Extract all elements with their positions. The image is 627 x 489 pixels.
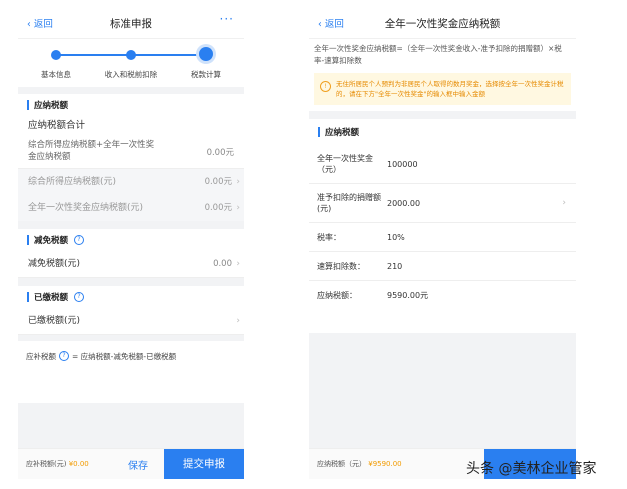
step-label-income: 收入和税前扣除 bbox=[104, 70, 158, 79]
row-label: 速算扣除数： bbox=[317, 261, 365, 271]
step-dot-income[interactable] bbox=[126, 50, 136, 60]
step-dot-basic-info[interactable] bbox=[51, 50, 61, 60]
tax-payable-label: 应纳税额（元） ¥9590.00 bbox=[317, 460, 402, 468]
row-value: 10% bbox=[387, 232, 405, 242]
section-title: 已缴税额 bbox=[34, 293, 69, 303]
section-title: 应纳税额 bbox=[325, 128, 360, 138]
row-label: 综合所得应纳税额(元) bbox=[28, 177, 117, 187]
page-title: 全年一次性奖金应纳税额 bbox=[384, 18, 501, 30]
annual-bonus-row[interactable]: 全年一次性奖金（元） 100000 bbox=[309, 145, 576, 184]
divider bbox=[18, 221, 244, 229]
notice-banner: ! 无住所居民个人预判为非居民个人取得的数月奖金，选择按全年一次性奖金计税的，请… bbox=[314, 73, 571, 105]
row-label: 全年一次性奖金（元） bbox=[317, 154, 373, 174]
row-value: 2000.00 bbox=[387, 198, 421, 208]
help-icon[interactable]: ? bbox=[74, 292, 85, 302]
tax-payable-row: 应纳税额： 9590.00元 bbox=[309, 281, 576, 309]
info-icon: ! bbox=[320, 81, 331, 92]
section-header-tax-paid: 已缴税额 ? bbox=[18, 286, 244, 308]
row-label: 减免税额(元) bbox=[28, 259, 81, 269]
formula-description: 全年一次性奖金应纳税额=（全年一次性奖金收入-准予扣除的捐赠额）×税率-速算扣除… bbox=[314, 44, 562, 65]
section-bar bbox=[27, 292, 29, 302]
row-value: 0.00元 bbox=[204, 177, 232, 187]
row-value: 9590.00元 bbox=[387, 290, 429, 300]
chevron-right-icon: › bbox=[562, 198, 566, 208]
row-label: 已缴税额(元) bbox=[28, 316, 81, 326]
chevron-right-icon: › bbox=[236, 177, 240, 187]
tax-total-row: 综合所得应纳税额+全年一次性奖金应纳税额 0.00元 bbox=[18, 136, 244, 169]
step-indicator: 基本信息 收入和税前扣除 税款计算 bbox=[18, 38, 244, 87]
notice-text: 无住所居民个人预判为非居民个人取得的数月奖金，选择按全年一次性奖金计税的，请在下… bbox=[336, 80, 564, 98]
tax-total-label: 应纳税额合计 bbox=[28, 120, 86, 131]
donation-deduction-row[interactable]: 准予扣除的捐赠额(元) 2000.00 › bbox=[309, 184, 576, 223]
step-dot-tax-calc[interactable] bbox=[199, 47, 213, 61]
row-value: 0.00 bbox=[213, 259, 232, 269]
section-header-tax-payable: 应纳税额 bbox=[18, 94, 244, 116]
divider bbox=[309, 111, 576, 119]
more-icon[interactable]: ··· bbox=[220, 12, 234, 26]
section-header-tax-reduction: 减免税额 ? bbox=[18, 229, 244, 251]
tax-due-amount: ¥0.00 bbox=[68, 460, 89, 468]
watermark: 头条 @美林企业管家 bbox=[466, 461, 597, 477]
section-title: 减免税额 bbox=[34, 236, 69, 246]
tax-reduction-row[interactable]: 减免税额(元) 0.00 › bbox=[18, 251, 244, 278]
divider bbox=[18, 278, 244, 286]
chevron-right-icon: › bbox=[236, 259, 240, 269]
quick-deduction-row: 速算扣除数： 210 bbox=[309, 252, 576, 281]
tax-payable-amount: ¥9590.00 bbox=[368, 460, 402, 468]
chevron-right-icon: › bbox=[236, 203, 240, 213]
comprehensive-income-tax-row[interactable]: 综合所得应纳税额(元) 0.00元 › bbox=[18, 169, 244, 195]
row-label: 全年一次性奖金应纳税额(元) bbox=[28, 203, 144, 213]
annual-bonus-input[interactable]: 100000 bbox=[387, 160, 418, 169]
section-bar bbox=[27, 100, 29, 110]
divider bbox=[18, 87, 244, 94]
tax-total-formula: 综合所得应纳税额+全年一次性奖金应纳税额 bbox=[28, 140, 155, 162]
empty-area bbox=[18, 403, 244, 449]
tax-due-formula: 应补税额 ? = 应纳税额-减免税额-已缴税额 bbox=[18, 341, 244, 371]
row-label: 准予扣除的捐赠额(元) bbox=[317, 193, 381, 213]
save-button[interactable]: 保存 bbox=[128, 457, 148, 472]
chevron-right-icon: › bbox=[236, 316, 240, 326]
page-title: 标准申报 bbox=[110, 18, 152, 30]
tax-due-label: 应补税额(元) ¥0.00 bbox=[26, 460, 89, 468]
tax-rate-row: 税率： 10% bbox=[309, 223, 576, 252]
formula-label: 应补税额 bbox=[26, 351, 56, 361]
formula-text: = 应纳税额-减免税额-已缴税额 bbox=[72, 351, 177, 361]
section-bar bbox=[318, 127, 320, 137]
help-icon[interactable]: ? bbox=[74, 235, 85, 245]
tax-paid-row[interactable]: 已缴税额(元) › bbox=[18, 308, 244, 335]
step-label-basic-info: 基本信息 bbox=[41, 70, 71, 79]
submit-button[interactable]: 提交申报 bbox=[164, 449, 244, 479]
row-value: 210 bbox=[387, 261, 403, 271]
annual-bonus-tax-screen: ‹ 返回 全年一次性奖金应纳税额 全年一次性奖金应纳税额=（全年一次性奖金收入-… bbox=[309, 8, 576, 479]
footer-bar: 应补税额(元) ¥0.00 保存 提交申报 bbox=[18, 448, 244, 479]
step-label-tax-calc: 税款计算 bbox=[191, 70, 221, 79]
help-icon[interactable]: ? bbox=[59, 351, 69, 361]
empty-area bbox=[309, 333, 576, 449]
section-bar bbox=[27, 235, 29, 245]
standard-declaration-screen: ‹ 返回 标准申报 ··· 基本信息 收入和税前扣除 税款计算 应纳税额 应纳税… bbox=[18, 8, 244, 479]
row-label: 应纳税额： bbox=[317, 290, 357, 300]
row-label: 税率： bbox=[317, 232, 341, 242]
section-header-tax-payable: 应纳税额 bbox=[309, 119, 576, 145]
tax-total-value: 0.00元 bbox=[206, 148, 234, 158]
header: ‹ 返回 全年一次性奖金应纳税额 bbox=[309, 8, 576, 38]
header: ‹ 返回 标准申报 ··· bbox=[18, 8, 244, 38]
annual-bonus-tax-row[interactable]: 全年一次性奖金应纳税额(元) 0.00元 › bbox=[18, 195, 244, 221]
row-value: 0.00元 bbox=[204, 203, 232, 213]
section-title: 应纳税额 bbox=[34, 101, 69, 111]
